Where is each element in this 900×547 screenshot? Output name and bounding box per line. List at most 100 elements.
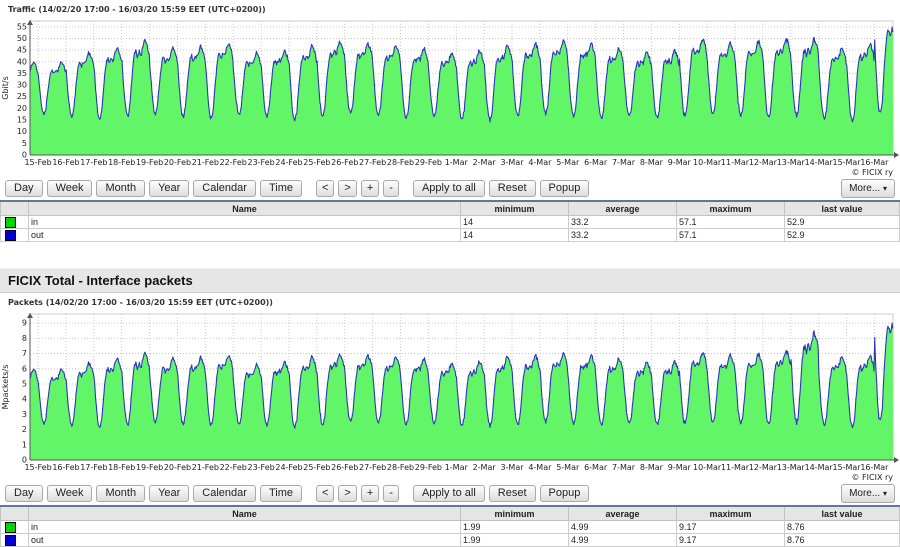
time-button[interactable]: Time <box>260 485 302 502</box>
series-last-value: 52.9 <box>785 216 900 229</box>
col-header-name: Name <box>29 201 461 216</box>
series-name: out <box>29 534 461 547</box>
svg-text:29-Feb: 29-Feb <box>415 463 442 472</box>
svg-text:5-Mar: 5-Mar <box>556 463 580 472</box>
svg-text:11-Mar: 11-Mar <box>721 463 750 472</box>
svg-text:3: 3 <box>22 410 27 419</box>
series-last-value: 8.76 <box>785 521 900 534</box>
col-header-average: average <box>569 201 677 216</box>
day-button[interactable]: Day <box>5 180 43 197</box>
svg-text:21-Feb: 21-Feb <box>192 463 219 472</box>
table-header-row: Name minimum average maximum last value <box>1 201 900 216</box>
col-header-last-value: last value <box>785 506 900 521</box>
step-forward-button[interactable]: > <box>338 180 356 197</box>
packets-stats-table: Name minimum average maximum last value … <box>0 505 900 547</box>
zoom-in-button[interactable]: + <box>361 180 379 197</box>
svg-text:23-Feb: 23-Feb <box>247 158 274 167</box>
calendar-button[interactable]: Calendar <box>193 180 256 197</box>
svg-text:15-Feb: 15-Feb <box>24 463 51 472</box>
step-forward-button[interactable]: > <box>338 485 356 502</box>
month-button[interactable]: Month <box>96 485 145 502</box>
swatch-col-header <box>1 201 29 216</box>
week-button[interactable]: Week <box>47 485 93 502</box>
svg-text:13-Mar: 13-Mar <box>777 463 806 472</box>
series-maximum: 9.17 <box>677 521 785 534</box>
svg-text:18-Feb: 18-Feb <box>108 158 135 167</box>
svg-text:6-Mar: 6-Mar <box>584 463 608 472</box>
zoom-out-button[interactable]: - <box>383 485 399 502</box>
packets-chart: 012345678915-Feb16-Feb17-Feb18-Feb19-Feb… <box>0 309 900 473</box>
svg-text:5: 5 <box>22 379 27 388</box>
svg-text:27-Feb: 27-Feb <box>359 158 386 167</box>
col-header-average: average <box>569 506 677 521</box>
traffic-chart: 051015202530354045505515-Feb16-Feb17-Feb… <box>0 16 900 168</box>
chevron-down-icon: ▾ <box>883 489 887 498</box>
svg-text:15: 15 <box>17 116 27 125</box>
svg-text:50: 50 <box>17 34 27 43</box>
zoom-in-button[interactable]: + <box>361 485 379 502</box>
more-dropdown[interactable]: More... ▾ <box>841 179 895 198</box>
table-row: in 1.99 4.99 9.17 8.76 <box>1 521 900 534</box>
svg-text:4-Mar: 4-Mar <box>528 463 552 472</box>
reset-button[interactable]: Reset <box>489 180 536 197</box>
svg-text:27-Feb: 27-Feb <box>359 463 386 472</box>
day-button[interactable]: Day <box>5 485 43 502</box>
col-header-maximum: maximum <box>677 506 785 521</box>
table-row: out 14 33.2 57.1 52.9 <box>1 229 900 242</box>
svg-text:9-Mar: 9-Mar <box>668 463 692 472</box>
series-swatch-out <box>5 230 16 241</box>
svg-text:24-Feb: 24-Feb <box>275 158 302 167</box>
more-dropdown[interactable]: More... ▾ <box>841 484 895 503</box>
col-header-minimum: minimum <box>461 506 569 521</box>
series-name: in <box>29 216 461 229</box>
year-button[interactable]: Year <box>149 485 189 502</box>
traffic-graph-title: Traffic (14/02/20 17:00 - 16/03/20 15:59… <box>0 0 900 16</box>
svg-text:1: 1 <box>22 440 27 449</box>
svg-text:19-Feb: 19-Feb <box>136 463 163 472</box>
series-minimum: 1.99 <box>461 521 569 534</box>
buttons-group: DayWeekMonthYearCalendarTime <box>5 180 302 197</box>
month-button[interactable]: Month <box>96 180 145 197</box>
svg-text:45: 45 <box>17 46 27 55</box>
svg-text:35: 35 <box>17 69 27 78</box>
popup-button[interactable]: Popup <box>540 180 590 197</box>
calendar-button[interactable]: Calendar <box>193 485 256 502</box>
svg-text:10-Mar: 10-Mar <box>693 158 722 167</box>
packets-graph-title: Packets (14/02/20 17:00 - 16/03/20 15:59… <box>0 293 900 309</box>
apply-to-all-button[interactable]: Apply to all <box>413 180 485 197</box>
step-back-button[interactable]: < <box>316 180 334 197</box>
traffic-toolbar: DayWeekMonthYearCalendarTime <> +-Apply to… <box>0 178 900 200</box>
svg-text:10-Mar: 10-Mar <box>693 463 722 472</box>
svg-text:20: 20 <box>17 104 27 113</box>
svg-text:28-Feb: 28-Feb <box>387 463 414 472</box>
reset-button[interactable]: Reset <box>489 485 536 502</box>
series-maximum: 57.1 <box>677 216 785 229</box>
svg-text:20-Feb: 20-Feb <box>164 463 191 472</box>
toolbar-buttons: DayWeekMonthYearCalendarTime <> +-Apply to… <box>5 485 589 502</box>
series-swatch-in <box>5 217 16 228</box>
svg-text:7-Mar: 7-Mar <box>612 158 636 167</box>
svg-text:16-Mar: 16-Mar <box>860 158 889 167</box>
series-name: out <box>29 229 461 242</box>
zoom-out-button[interactable]: - <box>383 180 399 197</box>
svg-text:55: 55 <box>17 22 27 31</box>
table-row: out 1.99 4.99 9.17 8.76 <box>1 534 900 547</box>
copyright-text: © FICIX ry <box>0 168 900 178</box>
svg-text:25-Feb: 25-Feb <box>303 463 330 472</box>
apply-to-all-button[interactable]: Apply to all <box>413 485 485 502</box>
step-back-button[interactable]: < <box>316 485 334 502</box>
popup-button[interactable]: Popup <box>540 485 590 502</box>
svg-text:12-Mar: 12-Mar <box>749 158 778 167</box>
time-button[interactable]: Time <box>260 180 302 197</box>
svg-text:16-Feb: 16-Feb <box>52 463 79 472</box>
swatch-col-header <box>1 506 29 521</box>
series-swatch-out <box>5 535 16 546</box>
svg-text:3-Mar: 3-Mar <box>500 158 524 167</box>
week-button[interactable]: Week <box>47 180 93 197</box>
svg-text:4-Mar: 4-Mar <box>528 158 552 167</box>
toolbar-buttons: DayWeekMonthYearCalendarTime <> +-Apply to… <box>5 180 589 197</box>
nav-buttons-group: <> +- <box>316 485 399 502</box>
svg-text:18-Feb: 18-Feb <box>108 463 135 472</box>
year-button[interactable]: Year <box>149 180 189 197</box>
svg-text:25-Feb: 25-Feb <box>303 158 330 167</box>
